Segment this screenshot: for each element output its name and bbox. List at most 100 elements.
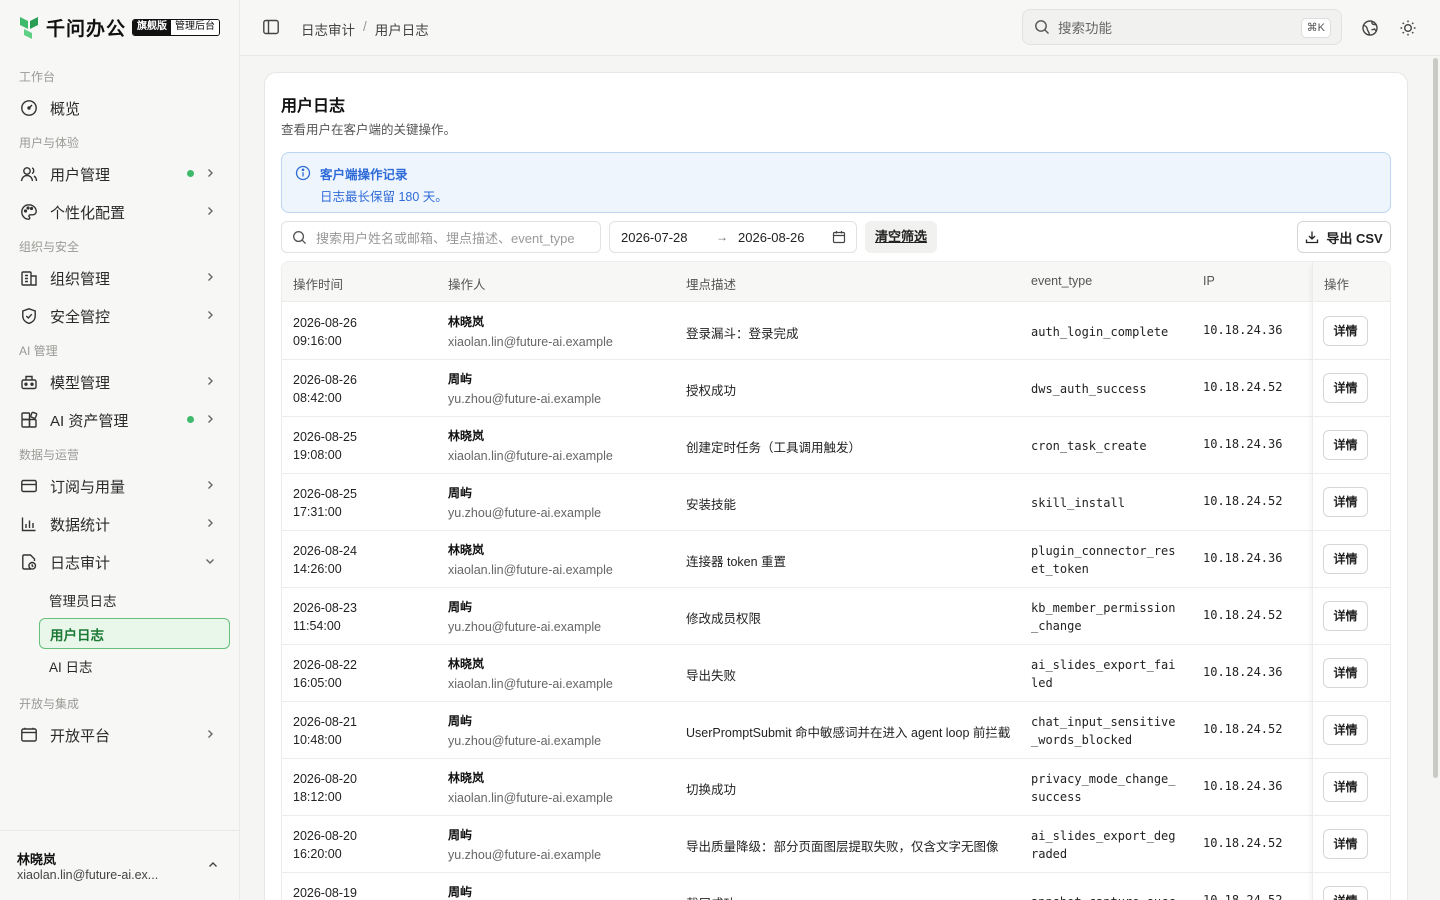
operator-email: yu.zhou@future-ai.example <box>448 620 602 634</box>
event-type-line: et_token <box>1031 562 1089 576</box>
sidebar-item-ai-assets[interactable]: AI 资产管理 <box>10 403 230 437</box>
chevron-right-icon <box>208 519 213 527</box>
calendar-icon <box>832 231 846 244</box>
cell-operator: 林晓岚 xiaolan.lin@future-ai.example <box>448 426 613 466</box>
sidebar-toggle-icon[interactable] <box>262 18 280 36</box>
table-row: 2026-08-26 08:42:00 周屿 yu.zhou@future-ai.ex… <box>282 360 1390 417</box>
export-csv-button[interactable]: 导出 CSV <box>1297 221 1391 253</box>
event-type-line: dws_auth_success <box>1031 382 1147 396</box>
chevron-up-icon <box>209 862 217 867</box>
user-log-table: 操作时间 操作人 埋点描述 event_type IP 操作 2026-08-2… <box>281 261 1391 900</box>
sidebar-item-open-platform[interactable]: 开放平台 <box>10 718 230 752</box>
sidebar-item-overview[interactable]: 概览 <box>10 91 230 125</box>
operator-email: xiaolan.lin@future-ai.example <box>448 563 613 577</box>
table-row: 2026-08-19 周屿截屏成功 appshot_capture_succ 10.1… <box>282 873 1390 900</box>
file-clock-icon <box>20 553 38 571</box>
cell-ip: 10.18.24.52 <box>1203 380 1283 394</box>
cell-clock: 17:31:00 <box>293 505 342 519</box>
table-row: 2026-08-21 10:48:00 周屿 yu.zhou@future-ai.ex… <box>282 702 1390 759</box>
cell-time: 2026-08-20 18:12:00 <box>293 770 357 806</box>
chevron-right-icon <box>208 730 213 738</box>
global-search[interactable]: 搜索功能 ⌘K <box>1022 9 1342 45</box>
header-operator: 操作人 <box>448 278 486 292</box>
date-range-picker[interactable]: 2026-07-28 → 2026-08-26 <box>609 221 857 253</box>
sidebar-item-org-mgmt[interactable]: 组织管理 <box>10 261 230 295</box>
sidebar-item-label: 用户管理 <box>50 166 111 184</box>
cell-date: 2026-08-24 <box>293 544 357 558</box>
chevron-right-icon <box>208 169 213 177</box>
operator-name: 林晓岚 <box>448 429 485 443</box>
user-menu[interactable]: 林晓岚 xiaolan.lin@future-ai.ex... <box>0 830 239 900</box>
cell-event-type: skill_install <box>1031 494 1181 512</box>
info-text: 日志最长保留 180 天。 <box>320 190 448 204</box>
sidebar-item-label: 日志审计 <box>50 554 111 572</box>
cell-desc: 连接器 token 重置 <box>686 555 787 569</box>
sidebar-sub-ai-log[interactable]: AI 日志 <box>39 650 230 681</box>
cell-ip: 10.18.24.36 <box>1203 665 1283 679</box>
sidebar-item-audit[interactable]: 日志审计 <box>10 545 230 579</box>
table-row: 2026-08-23 11:54:00 周屿 yu.zhou@future-ai.ex… <box>282 588 1390 645</box>
user-email: xiaolan.lin@future-ai.ex... <box>17 868 159 882</box>
cell-ip: 10.18.24.52 <box>1203 722 1283 736</box>
cell-date: 2026-08-25 <box>293 430 357 444</box>
brand-tag: 旗舰版 管理后台 <box>132 18 221 36</box>
cell-event-type: auth_login_complete <box>1031 323 1181 341</box>
sidebar-item-model-mgmt[interactable]: 模型管理 <box>10 365 230 399</box>
operator-email: yu.zhou@future-ai.example <box>448 848 602 862</box>
sidebar-item-user-mgmt[interactable]: 用户管理 <box>10 157 230 191</box>
section-open-integration: 开放与集成 <box>19 697 80 711</box>
sidebar-item-subscription[interactable]: 订阅与用量 <box>10 469 230 503</box>
palette-icon <box>20 203 38 221</box>
cell-ip: 10.18.24.52 <box>1203 893 1283 900</box>
sidebar-item-security[interactable]: 安全管控 <box>10 299 230 333</box>
users-icon <box>20 165 38 183</box>
date-end[interactable]: 2026-08-26 <box>738 230 805 245</box>
log-search-input[interactable]: 搜索用户姓名或邮箱、埋点描述、event_type <box>281 221 601 253</box>
sun-icon[interactable] <box>1399 19 1417 37</box>
event-type-line: led <box>1031 676 1053 690</box>
cell-operator: 周屿 <box>448 882 472 900</box>
cell-time: 2026-08-22 16:05:00 <box>293 656 357 692</box>
event-type-line: raded <box>1031 847 1068 861</box>
event-type-line: _words_blocked <box>1031 733 1133 747</box>
header-event-type: event_type <box>1031 274 1093 288</box>
cell-clock: 19:08:00 <box>293 448 342 462</box>
date-start[interactable]: 2026-07-28 <box>621 230 708 245</box>
cell-ip: 10.18.24.52 <box>1203 836 1283 850</box>
cell-desc: 导出质量降级：部分页面图层提取失败，仅含文字无图像 <box>686 840 999 854</box>
sidebar-item-statistics[interactable]: 数据统计 <box>10 507 230 541</box>
sidebar-sub-admin-log[interactable]: 管理员日志 <box>39 584 230 615</box>
page-scrollbar[interactable] <box>1433 58 1438 778</box>
cell-event-type: cron_task_create <box>1031 437 1181 455</box>
operator-name: 林晓岚 <box>448 543 485 557</box>
clear-filters-button[interactable]: 清空筛选 <box>865 221 938 253</box>
chevron-right-icon <box>208 481 213 489</box>
page-description: 查看用户在客户端的关键操作。 <box>281 123 457 137</box>
table-row: 2026-08-25 19:08:00 林晓岚 xiaolan.lin@future-… <box>282 417 1390 474</box>
event-type-line: cron_task_create <box>1031 439 1147 453</box>
brand[interactable]: 千问办公 旗舰版 管理后台 <box>18 14 221 40</box>
chevron-right-icon <box>208 311 213 319</box>
cell-operator: 林晓岚 xiaolan.lin@future-ai.example <box>448 312 613 352</box>
search-placeholder: 搜索功能 <box>1058 21 1112 36</box>
cell-desc: 安装技能 <box>686 498 737 512</box>
breadcrumb-item[interactable]: 日志审计 <box>301 19 355 39</box>
operator-email: yu.zhou@future-ai.example <box>448 392 602 406</box>
cell-desc: 修改成员权限 <box>686 612 762 626</box>
sidebar-item-personalize[interactable]: 个性化配置 <box>10 195 230 229</box>
header-time: 操作时间 <box>293 278 344 292</box>
cell-clock: 16:05:00 <box>293 676 342 690</box>
cell-desc: UserPromptSubmit 命中敏感词并在进入 agent loop 前拦… <box>686 726 1011 740</box>
cell-time: 2026-08-26 09:16:00 <box>293 314 357 350</box>
cell-event-type: ai_slides_export_fai led <box>1031 656 1181 692</box>
chevron-right-icon <box>208 207 213 215</box>
cell-desc: 创建定时任务（工具调用触发） <box>686 441 862 455</box>
globe-icon[interactable] <box>1361 19 1379 37</box>
search-shortcut: ⌘K <box>1300 18 1331 38</box>
operator-email: xiaolan.lin@future-ai.example <box>448 791 613 805</box>
event-type-line: ai_slides_export_deg <box>1031 829 1176 843</box>
sidebar-sub-user-log[interactable]: 用户日志 <box>39 618 230 649</box>
cell-clock: 18:12:00 <box>293 790 342 804</box>
sidebar-item-label: 数据统计 <box>50 516 111 534</box>
cell-operator: 周屿 yu.zhou@future-ai.example <box>448 597 601 637</box>
